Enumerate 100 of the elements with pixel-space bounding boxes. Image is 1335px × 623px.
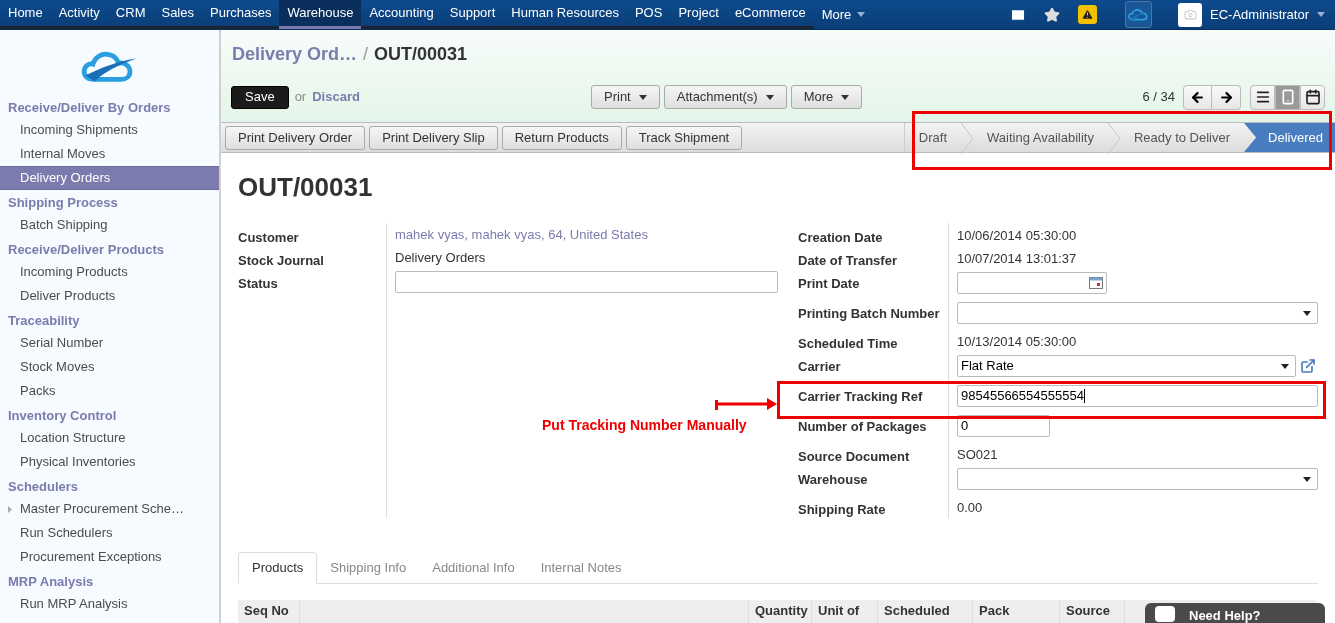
menu-tab[interactable]: Warehouse <box>279 0 362 29</box>
field-label: Source Document <box>798 449 910 464</box>
sidebar-item[interactable]: Master Procurement Sche… <box>0 497 219 521</box>
list-view-button[interactable] <box>1250 84 1275 110</box>
customer-link[interactable]: mahek vyas, mahek vyas, 64, United States <box>395 225 648 245</box>
status-step[interactable]: Waiting Availability <box>973 123 1108 152</box>
record-title: OUT/00031 <box>238 171 374 203</box>
field-label: Print Date <box>798 276 860 291</box>
column-header: Source <box>1060 600 1125 623</box>
sidebar-item[interactable]: Internal Moves <box>0 142 219 166</box>
field-label: Customer <box>238 230 299 245</box>
action-button[interactable]: Track Shipment <box>625 125 743 150</box>
action-button[interactable]: Return Products <box>501 125 622 150</box>
field-label: Date of Transfer <box>798 253 897 268</box>
more-menu[interactable]: More <box>813 0 874 29</box>
dropdown-button[interactable]: Print <box>591 85 660 109</box>
cloud-logo-icon <box>1127 7 1150 22</box>
app-logo-button[interactable] <box>1125 1 1153 28</box>
tracking-ref-field[interactable]: 98545566554555554 <box>957 385 1318 407</box>
calendar-icon[interactable] <box>1089 277 1103 289</box>
external-link-icon[interactable] <box>1300 358 1316 374</box>
sidebar-item[interactable]: Incoming Products <box>0 260 219 284</box>
status-step[interactable]: Ready to Deliver <box>1119 123 1245 152</box>
field-label: Status <box>238 276 278 291</box>
sidebar-item[interactable]: Procurement Exceptions <box>0 545 219 569</box>
previous-button[interactable] <box>1183 84 1212 110</box>
sidebar-item[interactable]: Packs <box>0 379 219 403</box>
caret-icon <box>1317 12 1325 17</box>
sidebar-item[interactable]: Serial Number <box>0 331 219 355</box>
sidebar-item[interactable]: Stock Moves <box>0 355 219 379</box>
arrow-drawing <box>715 395 777 411</box>
dropdown-button[interactable]: More <box>790 85 863 109</box>
select-field[interactable]: Flat Rate <box>957 355 1296 377</box>
record-name: OUT/00031 <box>374 42 468 66</box>
save-button[interactable]: Save <box>231 85 289 109</box>
warning-icon[interactable] <box>1078 5 1098 24</box>
action-button[interactable]: Print Delivery Order <box>225 125 366 150</box>
sidebar-item[interactable]: Batch Shipping <box>0 213 219 237</box>
section-heading: Traceability <box>7 312 81 330</box>
column-header: Seq No <box>238 600 300 623</box>
mail-icon[interactable] <box>1010 6 1027 23</box>
field-value: SO021 <box>957 446 998 464</box>
status-step[interactable]: Delivered <box>1244 123 1335 152</box>
form-tab[interactable]: Additional Info <box>419 552 528 583</box>
column-header: Scheduled <box>878 600 973 623</box>
list-icon <box>1254 89 1271 105</box>
discard-link[interactable]: Discard <box>312 87 360 107</box>
caret-icon <box>1303 310 1311 316</box>
select-field[interactable] <box>957 302 1318 324</box>
user-menu[interactable]: EC-Administrator <box>1210 4 1325 25</box>
sidebar-item[interactable]: Incoming Shipments <box>0 118 219 142</box>
sidebar-item[interactable]: Run MRP Analysis <box>0 592 219 616</box>
chevron-divider <box>1107 123 1120 154</box>
form-tab[interactable]: Internal Notes <box>527 552 635 583</box>
sidebar-item[interactable]: Run Schedulers <box>0 521 219 545</box>
section-heading: Shipping Process <box>7 194 119 212</box>
breadcrumb-separator: / <box>363 42 369 66</box>
action-button[interactable]: Print Delivery Slip <box>369 125 498 150</box>
field-label: Shipping Rate <box>798 502 886 517</box>
arrow-right-icon <box>1218 89 1234 105</box>
input-field[interactable] <box>395 271 778 293</box>
avatar-icon[interactable] <box>1178 2 1203 27</box>
caret-icon <box>638 94 647 100</box>
sidebar-item[interactable]: Deliver Products <box>0 284 219 308</box>
form-tab[interactable]: Shipping Info <box>317 552 420 583</box>
calendar-icon <box>1304 89 1321 105</box>
or-text: or <box>294 88 307 107</box>
column-header: Quantity <box>749 600 812 623</box>
sidebar-item[interactable]: Physical Inventories <box>0 450 219 474</box>
annotation-text: Put Tracking Number Manually <box>542 416 747 435</box>
field-label: Stock Journal <box>238 253 324 268</box>
sidebar-item[interactable]: Delivery Orders <box>0 166 219 190</box>
chevron-divider <box>961 123 973 154</box>
field-label: Carrier <box>798 359 841 374</box>
column-header: Pack <box>973 600 1060 623</box>
date-field[interactable] <box>957 272 1107 294</box>
next-button[interactable] <box>1212 84 1241 110</box>
field-label: Creation Date <box>798 230 883 245</box>
star-icon[interactable] <box>1044 6 1061 23</box>
field-label: Scheduled Time <box>798 336 898 351</box>
form-tab[interactable]: Products <box>238 552 318 584</box>
breadcrumb-link[interactable]: Delivery Ord… <box>232 40 358 68</box>
field-value: 10/07/2014 13:01:37 <box>957 250 1077 268</box>
section-heading: Receive/Deliver Products <box>7 241 166 259</box>
field-value: 0.00 <box>957 499 983 517</box>
section-heading: MRP Analysis <box>7 573 95 591</box>
caret-icon <box>857 12 866 17</box>
dropdown-button[interactable]: Attachment(s) <box>663 85 787 109</box>
column-header: Unit of <box>812 600 878 623</box>
chat-widget[interactable]: Need Help? <box>1145 603 1325 623</box>
calendar-view-button[interactable] <box>1300 84 1325 110</box>
section-heading: Receive/Deliver By Orders <box>7 99 172 117</box>
status-step[interactable]: Draft <box>904 123 961 152</box>
sidebar-item[interactable]: Location Structure <box>0 426 219 450</box>
field-label: Warehouse <box>798 472 868 487</box>
select-field[interactable] <box>957 468 1318 490</box>
field-value: 10/06/2014 05:30:00 <box>957 227 1077 245</box>
chat-icon <box>1155 606 1175 622</box>
caret-icon <box>765 94 774 100</box>
input-field[interactable]: 0 <box>957 415 1050 437</box>
